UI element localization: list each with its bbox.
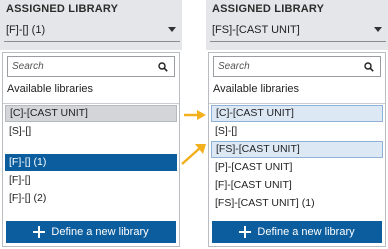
- section-title: ASSIGNED LIBRARY: [212, 3, 325, 15]
- library-panel-before: ASSIGNED LIBRARY [F]-[] (1) Available li…: [0, 0, 182, 249]
- assigned-library-header: ASSIGNED LIBRARY [FS]-[CAST UNIT]: [206, 0, 388, 50]
- list-item-highlighted[interactable]: [FS]-[CAST UNIT]: [211, 141, 383, 158]
- search-icon[interactable]: [158, 62, 168, 72]
- list-item[interactable]: [F]-[] (2): [5, 190, 177, 207]
- plus-icon: [33, 226, 46, 238]
- available-libraries-label: Available libraries: [7, 83, 94, 95]
- list-item[interactable]: [FS]-[CAST UNIT] (1): [211, 195, 383, 212]
- assigned-library-dropdown[interactable]: [FS]-[CAST UNIT]: [210, 18, 386, 42]
- list-item[interactable]: [S]-[]: [5, 123, 177, 140]
- search-field[interactable]: [7, 56, 175, 77]
- search-input[interactable]: [8, 57, 174, 76]
- section-title: ASSIGNED LIBRARY: [6, 3, 119, 15]
- define-new-library-button[interactable]: Define a new library: [212, 221, 382, 243]
- list-item[interactable]: [P]-[CAST UNIT]: [211, 159, 383, 176]
- assigned-library-header: ASSIGNED LIBRARY [F]-[] (1): [0, 0, 182, 50]
- list-item-selected[interactable]: [F]-[] (1): [5, 154, 177, 171]
- plus-icon: [239, 226, 252, 238]
- library-list: [C]-[CAST UNIT] [S]-[] [FS]-[CAST UNIT] …: [209, 103, 385, 213]
- assigned-library-dropdown[interactable]: [F]-[] (1): [4, 18, 180, 42]
- library-list: [C]-[CAST UNIT] [S]-[] [F]-[] (1) [F]-[]…: [3, 103, 179, 208]
- list-item-highlighted[interactable]: [C]-[CAST UNIT]: [211, 105, 383, 122]
- selected-library-value: [FS]-[CAST UNIT]: [212, 24, 300, 36]
- arrow-right-icon: [184, 110, 206, 120]
- available-libraries-label: Available libraries: [213, 83, 300, 95]
- search-input[interactable]: [214, 57, 380, 76]
- list-item[interactable]: [S]-[]: [211, 123, 383, 140]
- arrow-right-icon: [181, 144, 206, 165]
- library-panel-after: ASSIGNED LIBRARY [FS]-[CAST UNIT] Availa…: [206, 0, 388, 249]
- chevron-down-icon[interactable]: [168, 27, 176, 32]
- search-field[interactable]: [213, 56, 381, 77]
- define-new-library-label: Define a new library: [257, 226, 355, 238]
- search-icon[interactable]: [364, 62, 374, 72]
- library-dropdown-menu: Available libraries [C]-[CAST UNIT] [S]-…: [208, 52, 386, 247]
- list-item[interactable]: [F]-[CAST UNIT]: [211, 177, 383, 194]
- define-new-library-label: Define a new library: [51, 226, 149, 238]
- chevron-down-icon[interactable]: [374, 27, 382, 32]
- define-new-library-button[interactable]: Define a new library: [6, 221, 176, 243]
- library-dropdown-menu: Available libraries [C]-[CAST UNIT] [S]-…: [2, 52, 180, 247]
- selected-library-value: [F]-[] (1): [6, 24, 46, 36]
- list-item[interactable]: [F]-[]: [5, 172, 177, 189]
- list-item[interactable]: [C]-[CAST UNIT]: [5, 105, 177, 122]
